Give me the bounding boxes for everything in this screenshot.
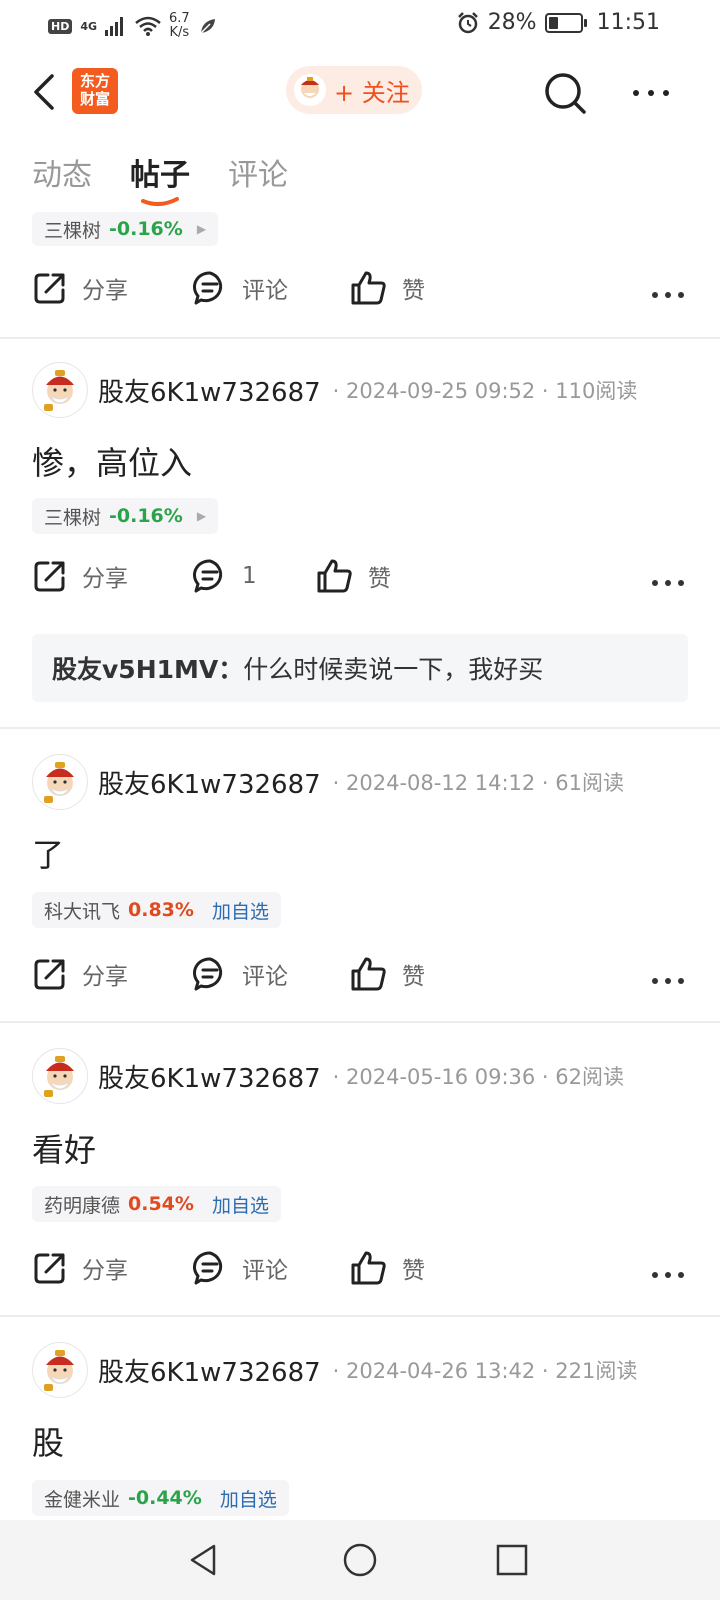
post-meta: · 2024-04-26 13:42 · 221阅读 bbox=[332, 1359, 638, 1383]
post-header: 股友6K1w732687 · 2024-05-16 09:36 · 62阅读 bbox=[32, 1046, 624, 1106]
system-nav-bar bbox=[0, 1520, 720, 1600]
nav-home-icon[interactable] bbox=[342, 1542, 378, 1578]
post-actions: 分享 评论 赞 bbox=[32, 956, 688, 1006]
leaf-icon bbox=[200, 19, 215, 34]
thumbs-up-icon bbox=[351, 1251, 386, 1285]
post-meta: · 2024-08-12 14:12 · 61阅读 bbox=[332, 771, 624, 795]
stock-tag[interactable]: 科大讯飞 0.83% 加自选 bbox=[32, 892, 281, 928]
user-avatar[interactable] bbox=[32, 1048, 88, 1104]
stock-tag[interactable]: 药明康德 0.54% 加自选 bbox=[32, 1186, 281, 1222]
stock-tag[interactable]: 三棵树 -0.16% ▶ bbox=[32, 498, 219, 534]
comment-button[interactable]: 评论 bbox=[192, 1250, 288, 1286]
post-meta: · 2024-05-16 09:36 · 62阅读 bbox=[332, 1065, 624, 1089]
alarm-icon bbox=[457, 11, 478, 33]
comment-button[interactable]: 评论 bbox=[192, 956, 288, 992]
post-content[interactable]: 惨，高位入 bbox=[32, 438, 192, 484]
user-avatar[interactable] bbox=[32, 362, 88, 418]
post-actions: 分享 评论 赞 bbox=[32, 1250, 688, 1300]
thumbs-up-icon bbox=[317, 559, 352, 593]
play-arrow-icon: ▶ bbox=[196, 509, 207, 523]
comment-icon bbox=[193, 271, 223, 305]
share-button[interactable]: 分享 bbox=[32, 270, 128, 306]
more-options-icon[interactable] bbox=[628, 78, 674, 108]
user-avatar[interactable] bbox=[32, 1342, 88, 1398]
post-content[interactable]: 股 bbox=[32, 1418, 64, 1464]
stock-tag[interactable]: 金健米业 -0.44% 加自选 bbox=[32, 1480, 289, 1516]
post-meta: · 2024-09-25 09:52 · 110阅读 bbox=[332, 379, 638, 403]
thumbs-up-icon bbox=[351, 957, 386, 991]
follow-button[interactable]: + 关注 bbox=[286, 66, 422, 114]
like-button[interactable]: 赞 bbox=[350, 956, 425, 992]
post-more-icon[interactable] bbox=[648, 280, 688, 310]
play-arrow-icon: ▶ bbox=[196, 222, 207, 236]
tab-comments[interactable]: 评论 bbox=[228, 150, 288, 194]
share-icon bbox=[34, 273, 65, 304]
signal-icon bbox=[105, 17, 124, 36]
search-icon[interactable] bbox=[542, 70, 588, 116]
comment-preview[interactable]: 股友v5H1MV： 什么时候卖说一下，我好买 bbox=[32, 634, 688, 702]
tab-indicator bbox=[141, 197, 179, 206]
post-more-icon[interactable] bbox=[648, 568, 688, 598]
share-icon bbox=[34, 1253, 65, 1284]
divider bbox=[0, 337, 720, 339]
share-icon bbox=[34, 959, 65, 990]
status-bar: HD 4G 6.7 K/s 28% 11:51 bbox=[0, 0, 720, 50]
tab-dynamics[interactable]: 动态 bbox=[32, 150, 92, 194]
share-button[interactable]: 分享 bbox=[32, 956, 128, 992]
username[interactable]: 股友6K1w732687 bbox=[98, 764, 321, 801]
reply-text: 什么时候卖说一下，我好买 bbox=[243, 655, 544, 684]
battery-percent: 28% bbox=[487, 10, 537, 35]
post-more-icon[interactable] bbox=[648, 966, 688, 996]
avatar-icon bbox=[294, 74, 326, 106]
comment-icon bbox=[193, 957, 223, 991]
add-watchlist-link[interactable]: 加自选 bbox=[212, 1191, 269, 1218]
wifi-icon bbox=[135, 16, 161, 36]
post-more-icon[interactable] bbox=[648, 1260, 688, 1290]
reply-username: 股友v5H1MV： bbox=[52, 655, 244, 684]
divider bbox=[0, 727, 720, 729]
post-header: 股友6K1w732687 · 2024-09-25 09:52 · 110阅读 bbox=[32, 360, 637, 420]
battery-icon bbox=[544, 12, 587, 33]
username[interactable]: 股友6K1w732687 bbox=[98, 1352, 321, 1389]
post-header: 股友6K1w732687 · 2024-08-12 14:12 · 61阅读 bbox=[32, 752, 624, 812]
back-button[interactable] bbox=[26, 68, 66, 116]
hd-indicator: HD bbox=[48, 18, 73, 34]
stock-tag[interactable]: 三棵树 -0.16% ▶ bbox=[32, 212, 219, 246]
tab-bar: 动态 帖子 评论 bbox=[32, 150, 288, 206]
comment-button[interactable]: 1 bbox=[192, 558, 257, 594]
divider bbox=[0, 1021, 720, 1023]
divider bbox=[0, 1315, 720, 1317]
post-actions: 分享 1 赞 bbox=[32, 558, 688, 608]
nav-recents-icon[interactable] bbox=[494, 1542, 530, 1578]
comment-icon bbox=[193, 559, 223, 593]
share-button[interactable]: 分享 bbox=[32, 558, 128, 594]
network-label: 4G bbox=[80, 19, 98, 33]
add-watchlist-link[interactable]: 加自选 bbox=[212, 897, 269, 924]
thumbs-up-icon bbox=[351, 271, 386, 305]
app-logo: 东方 财富 bbox=[72, 68, 118, 114]
tab-posts[interactable]: 帖子 bbox=[130, 150, 190, 206]
post-actions: 分享 评论 赞 bbox=[32, 270, 688, 320]
like-button[interactable]: 赞 bbox=[350, 270, 425, 306]
nav-back-icon[interactable] bbox=[186, 1542, 222, 1578]
post-content[interactable]: 看好 bbox=[32, 1125, 96, 1171]
like-button[interactable]: 赞 bbox=[316, 558, 391, 594]
username[interactable]: 股友6K1w732687 bbox=[98, 1058, 321, 1095]
like-button[interactable]: 赞 bbox=[350, 1250, 425, 1286]
username[interactable]: 股友6K1w732687 bbox=[98, 372, 321, 409]
comment-icon bbox=[193, 1251, 223, 1285]
follow-label: + 关注 bbox=[334, 78, 410, 107]
add-watchlist-link[interactable]: 加自选 bbox=[220, 1485, 277, 1512]
network-speed: 6.7 K/s bbox=[169, 11, 190, 40]
user-avatar[interactable] bbox=[32, 754, 88, 810]
post-content[interactable]: 了 bbox=[32, 830, 64, 876]
share-icon bbox=[34, 561, 65, 592]
share-button[interactable]: 分享 bbox=[32, 1250, 128, 1286]
comment-button[interactable]: 评论 bbox=[192, 270, 288, 306]
comment-count: 1 bbox=[242, 563, 257, 589]
post-header: 股友6K1w732687 · 2024-04-26 13:42 · 221阅读 bbox=[32, 1340, 637, 1400]
clock: 11:51 bbox=[596, 10, 660, 35]
